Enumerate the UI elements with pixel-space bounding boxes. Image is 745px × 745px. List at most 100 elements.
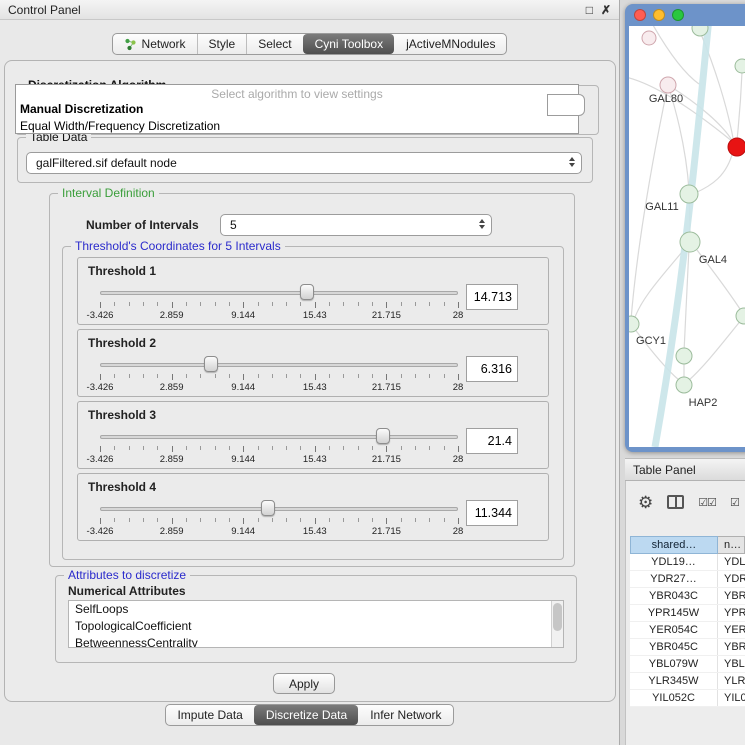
table-cell[interactable]: YIL052C [630, 690, 718, 706]
tab-style[interactable]: Style [197, 34, 247, 54]
network-node[interactable] [680, 232, 700, 252]
table-row[interactable]: YBR043CYBR0… [630, 588, 745, 605]
table-cell[interactable]: YBL0… [718, 656, 745, 672]
slider-scale-label: 9.144 [231, 382, 255, 393]
slider-scale: -3.4262.8599.14415.4321.71528 [100, 310, 458, 322]
close-panel-icon[interactable]: ✗ [601, 3, 611, 17]
slider-ticks [100, 374, 458, 381]
table-data-combobox[interactable]: galFiltered.sif default node [26, 152, 582, 174]
threshold-value-field[interactable]: 21.4 [466, 428, 518, 454]
dropdown-item[interactable]: Manual Discretization [16, 101, 578, 118]
table-row[interactable]: YIL052CYIL0… [630, 690, 745, 707]
traffic-light-zoom-icon[interactable] [672, 9, 684, 21]
traffic-light-close-icon[interactable] [634, 9, 646, 21]
table-cell[interactable]: YLR3… [718, 673, 745, 689]
number-of-intervals-combobox[interactable]: 5 [220, 214, 492, 236]
thresholds-group-title: Threshold's Coordinates for 5 Intervals [71, 239, 285, 253]
slider-thumb[interactable] [376, 428, 390, 444]
threshold-row-2: Threshold 2-3.4262.8599.14415.4321.71528… [77, 329, 549, 397]
table-cell[interactable]: YPR145W [630, 605, 718, 621]
tab-label: Infer Network [370, 708, 441, 722]
table-row[interactable]: YLR345WYLR3… [630, 673, 745, 690]
slider-scale-label: -3.426 [87, 454, 114, 465]
slider-scale-label: 2.859 [160, 310, 184, 321]
tab-cyni-toolbox[interactable]: Cyni Toolbox [303, 34, 394, 54]
table-header-row: shared…n… [630, 536, 745, 554]
network-node[interactable] [735, 59, 745, 73]
table-cell[interactable]: YBR045C [630, 639, 718, 655]
table-cell[interactable]: YER054C [630, 622, 718, 638]
table-row[interactable]: YBL079WYBL0… [630, 656, 745, 673]
table-cell[interactable]: YBR0… [718, 588, 745, 604]
threshold-slider[interactable]: -3.4262.8599.14415.4321.71528 [100, 354, 458, 396]
network-node[interactable] [629, 316, 639, 332]
gear-icon[interactable]: ⚙ [638, 494, 653, 511]
tab-jactivemnodules[interactable]: jActiveMNodules [394, 34, 506, 54]
network-node[interactable] [676, 348, 692, 364]
select-all-columns-icon[interactable]: ☑☑ [698, 496, 716, 509]
tab-label: Cyni Toolbox [315, 37, 383, 51]
apply-button[interactable]: Apply [273, 673, 335, 694]
threshold-value-field[interactable]: 11.344 [466, 500, 518, 526]
network-node[interactable] [676, 377, 692, 393]
attributes-scrollbar[interactable] [551, 601, 563, 647]
slider-thumb[interactable] [204, 356, 218, 372]
network-canvas[interactable]: GAL80GAL11GAL4GCY1HAP2 [629, 26, 745, 447]
slider-scale-label: 28 [453, 526, 464, 537]
threshold-value-field[interactable]: 14.713 [466, 284, 518, 310]
table-row[interactable]: YDL19…YDL1… [630, 554, 745, 571]
slider-thumb[interactable] [261, 500, 275, 516]
table-cell[interactable]: YDL19… [630, 554, 718, 570]
attribute-list-item[interactable]: BetweennessCentrality [69, 635, 563, 648]
select-column-icon[interactable]: ☑ [730, 496, 739, 509]
slider-scale-label: 21.715 [372, 310, 401, 321]
column-header-2[interactable]: n… [718, 536, 745, 554]
attribute-list-item[interactable]: TopologicalCoefficient [69, 618, 563, 635]
table-row[interactable]: YER054CYER0… [630, 622, 745, 639]
table-cell[interactable]: YER0… [718, 622, 745, 638]
traffic-light-minimize-icon[interactable] [653, 9, 665, 21]
slider-thumb[interactable] [300, 284, 314, 300]
slider-scale: -3.4262.8599.14415.4321.71528 [100, 382, 458, 394]
float-panel-icon[interactable]: □ [586, 3, 593, 17]
network-node[interactable] [736, 308, 745, 324]
table-columns-icon[interactable] [667, 495, 684, 509]
table-cell[interactable]: YBR0… [718, 639, 745, 655]
tab-select[interactable]: Select [246, 34, 302, 54]
table-cell[interactable]: YBL079W [630, 656, 718, 672]
table-cell[interactable]: YBR043C [630, 588, 718, 604]
table-cell[interactable]: YLR345W [630, 673, 718, 689]
tab-network[interactable]: Network [113, 34, 197, 54]
network-node[interactable] [642, 31, 656, 45]
table-cell[interactable]: YDR2… [718, 571, 745, 587]
threshold-slider[interactable]: -3.4262.8599.14415.4321.71528 [100, 498, 458, 540]
network-window[interactable]: GAL80GAL11GAL4GCY1HAP2 [625, 4, 745, 452]
threshold-slider[interactable]: -3.4262.8599.14415.4321.71528 [100, 282, 458, 324]
table-cell[interactable]: YPR1… [718, 605, 745, 621]
table-row[interactable]: YBR045CYBR0… [630, 639, 745, 656]
attribute-list-item[interactable]: SelfLoops [69, 601, 563, 618]
slider-scale-label: -3.426 [87, 526, 114, 537]
main-panel: Discretization Algorithm Select algorith… [4, 60, 616, 702]
scrollbar-thumb[interactable] [553, 603, 562, 631]
table-cell[interactable]: YDL1… [718, 554, 745, 570]
slider-groove [100, 363, 458, 367]
network-node[interactable] [680, 185, 698, 203]
network-node-selected[interactable] [728, 138, 745, 156]
tab-discretize-data[interactable]: Discretize Data [254, 705, 358, 725]
dropdown-item[interactable]: Equal Width/Frequency Discretization [16, 118, 578, 135]
table-cell[interactable]: YDR27… [630, 571, 718, 587]
table-cell[interactable]: YIL0… [718, 690, 745, 706]
threshold-value-field[interactable]: 6.316 [466, 356, 518, 382]
threshold-row-3: Threshold 3-3.4262.8599.14415.4321.71528… [77, 401, 549, 469]
tab-label: Network [142, 37, 186, 51]
table-row[interactable]: YPR145WYPR1… [630, 605, 745, 622]
algorithm-combobox[interactable] [547, 94, 585, 116]
table-row[interactable]: YDR27…YDR2… [630, 571, 745, 588]
tab-impute-data[interactable]: Impute Data [166, 705, 253, 725]
slider-ticks [100, 518, 458, 525]
tab-infer-network[interactable]: Infer Network [358, 705, 452, 725]
column-header-1[interactable]: shared… [630, 536, 718, 554]
network-node[interactable] [660, 77, 676, 93]
threshold-slider[interactable]: -3.4262.8599.14415.4321.71528 [100, 426, 458, 468]
